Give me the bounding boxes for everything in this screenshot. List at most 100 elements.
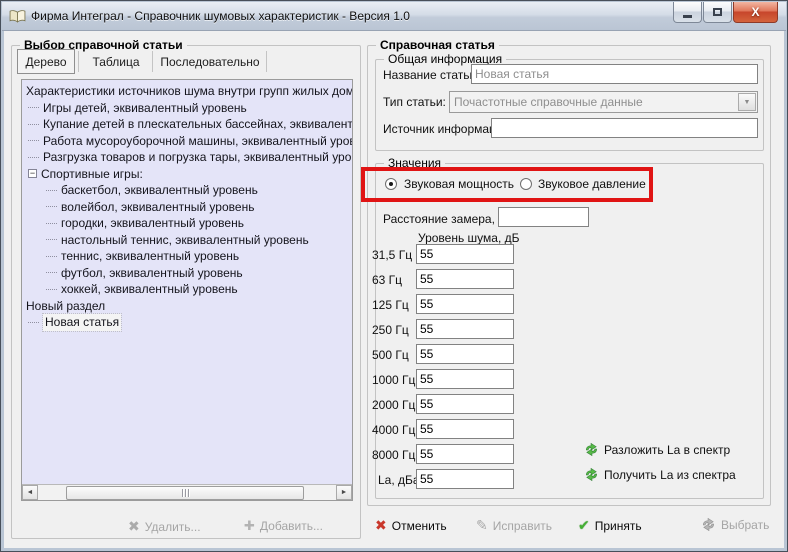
radio-sound-pressure-label[interactable]: Звуковое давление — [538, 177, 646, 191]
freq-label: 63 Гц — [372, 273, 402, 287]
radio-sound-power[interactable] — [385, 178, 397, 190]
tab-table[interactable]: Таблица — [83, 49, 149, 74]
freq-input-63[interactable] — [416, 269, 514, 289]
edit-button[interactable]: Исправить — [476, 517, 552, 534]
tree-item[interactable]: Разгрузка товаров и погрузка тары, эквив… — [22, 149, 352, 166]
tree-item[interactable]: Купание детей в плескательных бассейнах,… — [22, 116, 352, 133]
window-title: Фирма Интеграл - Справочник шумовых хара… — [31, 9, 410, 23]
compose-la-button[interactable]: Получить La из спектра — [584, 467, 736, 482]
freq-label: 31,5 Гц — [372, 248, 412, 262]
right-group-title: Справочная статья — [376, 38, 499, 52]
tab-separator — [152, 51, 153, 72]
recycle-arrows-icon — [584, 467, 599, 482]
la-input[interactable] — [416, 469, 514, 489]
pencil-icon — [476, 517, 488, 534]
close-button[interactable]: X — [733, 2, 778, 23]
radio-sound-power-label[interactable]: Звуковая мощность — [404, 177, 514, 191]
accept-button[interactable]: Принять — [578, 517, 642, 534]
tree-connector — [28, 140, 39, 141]
add-button[interactable]: Добавить... — [244, 518, 323, 534]
decompose-la-button[interactable]: Разложить La в спектр — [584, 442, 730, 457]
scrollbar-thumb[interactable] — [66, 486, 304, 500]
article-type-combobox[interactable]: Почастотные справочные данные — [449, 91, 758, 113]
tree-item[interactable]: хоккей, эквивалентный уровень — [22, 281, 352, 298]
tree-item[interactable]: футбол, эквивалентный уровень — [22, 265, 352, 282]
freq-input-1000[interactable] — [416, 369, 514, 389]
tree-connector — [28, 107, 39, 108]
app-window: Фирма Интеграл - Справочник шумовых хара… — [0, 0, 788, 552]
tree-connector — [46, 272, 57, 273]
scroll-left-button[interactable] — [22, 485, 38, 500]
tree-item[interactable]: теннис, эквивалентный уровень — [22, 248, 352, 265]
tab-separator — [78, 51, 79, 72]
close-icon: X — [751, 6, 759, 18]
minimize-button[interactable] — [673, 2, 702, 23]
add-plus-icon — [244, 518, 255, 534]
noise-level-column-header: Уровень шума, дБ — [418, 231, 520, 245]
tree-item[interactable]: Игры детей, эквивалентный уровень — [22, 100, 352, 117]
freq-label: 125 Гц — [372, 298, 409, 312]
delete-button[interactable]: Удалить... — [128, 518, 201, 535]
tree-item[interactable]: городки, эквивалентный уровень — [22, 215, 352, 232]
freq-input-8000[interactable] — [416, 444, 514, 464]
freq-label: 2000 Гц — [372, 398, 415, 412]
scroll-right-button[interactable] — [336, 485, 352, 500]
recycle-arrows-icon — [584, 442, 599, 457]
freq-label: 4000 Гц — [372, 423, 415, 437]
collapse-minus-icon[interactable] — [28, 169, 37, 178]
tree-item[interactable]: Спортивные игры: — [22, 166, 352, 183]
article-name-input[interactable] — [471, 64, 758, 84]
freq-label: 8000 Гц — [372, 448, 415, 462]
article-type-value: Почастотные справочные данные — [450, 95, 738, 109]
radio-sound-pressure[interactable] — [520, 178, 532, 190]
info-source-input[interactable] — [491, 118, 758, 138]
titlebar: Фирма Интеграл - Справочник шумовых хара… — [2, 2, 786, 31]
freq-input-2000[interactable] — [416, 394, 514, 414]
tab-sequential[interactable]: Последовательно — [157, 49, 263, 74]
tree-horizontal-scrollbar[interactable] — [22, 484, 352, 500]
tree-item[interactable]: Характеристики источников шума внутри гр… — [22, 83, 352, 100]
article-type-label: Тип статьи: — [383, 95, 446, 109]
maximize-button[interactable] — [703, 2, 732, 23]
freq-label: 1000 Гц — [372, 373, 415, 387]
tree-connector — [46, 190, 57, 191]
article-name-label: Название статьи: — [383, 68, 480, 82]
recycle-arrows-gray-icon — [701, 517, 716, 532]
freq-input-125[interactable] — [416, 294, 514, 314]
check-icon — [578, 517, 590, 534]
maximize-icon — [713, 8, 722, 16]
tree-item[interactable]: настольный теннис, эквивалентный уровень — [22, 232, 352, 249]
tree-connector — [46, 223, 57, 224]
dropdown-arrow-icon[interactable] — [738, 93, 756, 111]
freq-input-31_5[interactable] — [416, 244, 514, 264]
tree-connector — [28, 124, 39, 125]
article-tree[interactable]: Характеристики источников шума внутри гр… — [21, 79, 353, 501]
tree-item[interactable]: Новый раздел — [22, 298, 352, 315]
tab-tree[interactable]: Дерево — [17, 49, 75, 74]
tree-connector — [46, 289, 57, 290]
tree-item[interactable]: баскетбол, эквивалентный уровень — [22, 182, 352, 199]
select-button[interactable]: Выбрать — [701, 517, 769, 532]
tab-separator — [266, 51, 267, 72]
tree-item[interactable]: Работа мусороуборочной машины, эквивален… — [22, 133, 352, 150]
tree-connector — [28, 157, 39, 158]
tree-item[interactable]: волейбол, эквивалентный уровень — [22, 199, 352, 216]
values-title: Значения — [384, 156, 445, 170]
freq-label: 250 Гц — [372, 323, 409, 337]
la-label: La, дБа — [378, 473, 420, 487]
cancel-x-icon — [375, 517, 387, 534]
freq-label: 500 Гц — [372, 348, 409, 362]
freq-input-250[interactable] — [416, 319, 514, 339]
minimize-icon — [683, 15, 692, 18]
tree-item-selected[interactable]: Новая статья — [22, 314, 352, 331]
tree-connector — [46, 256, 57, 257]
freq-input-4000[interactable] — [416, 419, 514, 439]
distance-label: Расстояние замера, м: — [383, 212, 510, 226]
delete-x-icon — [128, 518, 140, 535]
freq-input-500[interactable] — [416, 344, 514, 364]
cancel-button[interactable]: Отменить — [375, 517, 447, 534]
tree-connector — [46, 239, 57, 240]
app-book-icon — [9, 9, 26, 24]
distance-input[interactable] — [498, 207, 589, 227]
tree-connector — [28, 322, 39, 323]
